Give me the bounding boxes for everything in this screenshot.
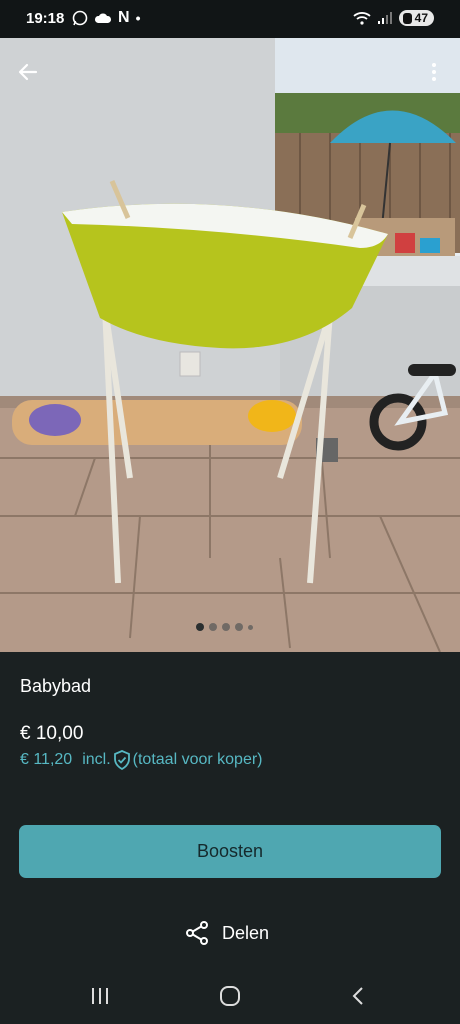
home-button[interactable] bbox=[210, 982, 250, 1010]
more-dot-icon bbox=[432, 77, 436, 81]
home-icon bbox=[220, 986, 240, 1006]
back-nav-button[interactable] bbox=[338, 982, 378, 1010]
notification-icons: N • bbox=[72, 9, 140, 27]
arrow-left-icon bbox=[18, 63, 38, 81]
pagination-dot[interactable] bbox=[248, 624, 253, 630]
weather-icon bbox=[94, 13, 112, 23]
status-time: 19:18 bbox=[26, 10, 65, 27]
boost-button[interactable]: Boosten bbox=[19, 825, 441, 878]
wifi-icon bbox=[353, 12, 371, 25]
gallery-pagination bbox=[196, 623, 253, 631]
more-dot-icon bbox=[432, 63, 436, 67]
recent-apps-button[interactable] bbox=[80, 982, 120, 1010]
battery-indicator: 47 bbox=[398, 10, 434, 26]
listing-title: Babybad bbox=[20, 676, 92, 696]
share-label: Delen bbox=[222, 922, 270, 943]
price-incl-row[interactable]: € 11,20 incl. (totaal voor koper) bbox=[20, 750, 263, 770]
status-bar: 19:18 N • 47 bbox=[0, 0, 460, 38]
share-button[interactable]: Delen bbox=[184, 918, 269, 948]
incl-label: incl. bbox=[82, 751, 111, 768]
dot-icon: • bbox=[135, 10, 141, 26]
photo-image bbox=[0, 38, 460, 652]
shield-check-icon bbox=[113, 750, 130, 770]
buyer-total-note: (totaal voor koper) bbox=[132, 751, 263, 768]
pagination-dot-active[interactable] bbox=[196, 623, 204, 631]
back-nav-icon bbox=[352, 987, 363, 1005]
listing-photo[interactable] bbox=[0, 38, 460, 652]
recent-apps-icon bbox=[92, 988, 108, 1004]
share-icon bbox=[186, 921, 208, 945]
whatsapp-icon bbox=[72, 10, 88, 26]
signal-icon bbox=[377, 12, 392, 24]
pagination-dot[interactable] bbox=[222, 623, 230, 631]
system-nav-bar bbox=[0, 968, 460, 1024]
system-icons: 47 bbox=[353, 10, 434, 26]
more-dot-icon bbox=[432, 70, 436, 74]
pagination-dot[interactable] bbox=[235, 623, 243, 631]
more-options-button[interactable] bbox=[420, 56, 448, 88]
pagination-dot[interactable] bbox=[209, 623, 217, 631]
price-incl-value: € 11,20 bbox=[20, 751, 73, 768]
back-button[interactable] bbox=[12, 56, 44, 88]
listing-price: € 10,00 bbox=[20, 723, 84, 744]
n-app-icon: N bbox=[118, 9, 130, 26]
